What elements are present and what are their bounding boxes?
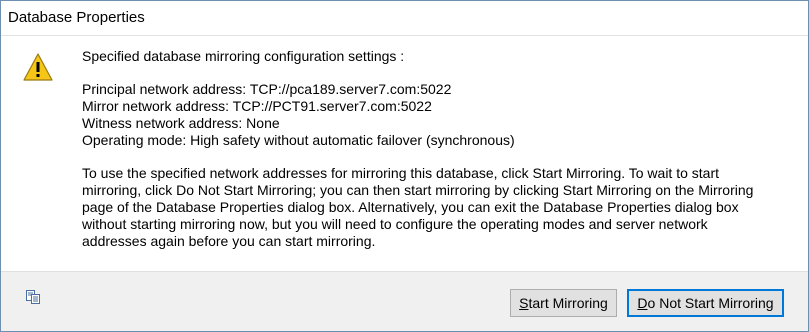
window-title: Database Properties (8, 9, 145, 26)
message-area: Specified database mirroring configurati… (1, 36, 808, 271)
instructions-line: without starting mirroring now, but you … (82, 216, 708, 232)
principal-address: Principal network address: TCP://pca189.… (82, 81, 452, 97)
instructions-line: To use the specified network addresses f… (82, 165, 720, 181)
copy-icon[interactable] (25, 289, 41, 305)
start-mirroring-button[interactable]: Start Mirroring (510, 289, 617, 317)
instructions-line: page of the Database Properties dialog b… (82, 199, 739, 215)
message-heading: Specified database mirroring configurati… (82, 48, 405, 64)
do-not-start-mnemonic: D (637, 295, 648, 311)
button-bar: Start Mirroring Do Not Start Mirroring (1, 271, 808, 331)
message-text: Specified database mirroring configurati… (82, 48, 782, 250)
start-mirroring-label: tart Mirroring (528, 295, 608, 311)
instructions-line: mirroring, click Do Not Start Mirroring;… (82, 182, 754, 198)
instructions-paragraph: To use the specified network addresses f… (82, 165, 782, 250)
dialog-window: Database Properties Specified database m… (0, 0, 809, 332)
instructions-line: addresses again before you can start mir… (82, 233, 376, 249)
settings-list: Principal network address: TCP://pca189.… (82, 81, 782, 149)
operating-mode: Operating mode: High safety without auto… (82, 132, 515, 148)
warning-icon (23, 53, 53, 81)
title-bar[interactable]: Database Properties (1, 1, 808, 36)
do-not-start-label: o Not Start Mirroring (647, 295, 774, 311)
mirror-address: Mirror network address: TCP://PCT91.serv… (82, 98, 432, 114)
witness-address: Witness network address: None (82, 115, 280, 131)
do-not-start-mirroring-button[interactable]: Do Not Start Mirroring (627, 289, 784, 317)
